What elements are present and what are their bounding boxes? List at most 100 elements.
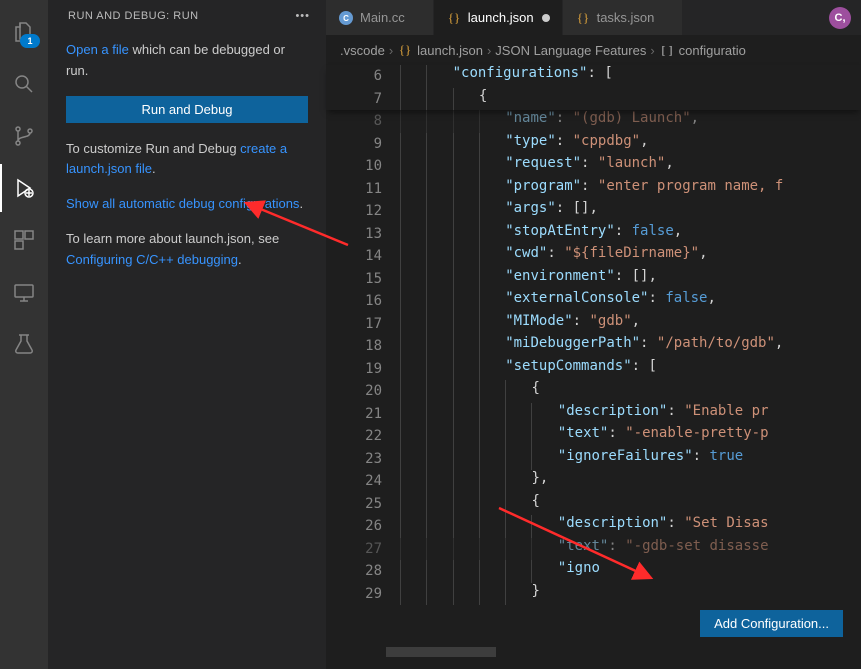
code-line[interactable]: 6 "configurations": [ <box>326 65 861 88</box>
line-number: 17 <box>326 316 400 332</box>
line-number: 25 <box>326 496 400 512</box>
code-content: "description": "Set Disas <box>400 515 861 538</box>
code-line[interactable]: 18 "miDebuggerPath": "/path/to/gdb", <box>326 335 861 358</box>
editor-body[interactable]: 6 "configurations": [7 { 8 "name": "(gdb… <box>326 65 861 669</box>
json-file-icon: {} <box>575 10 591 26</box>
code-line[interactable]: 27 "text": "-gdb-set disasse <box>326 538 861 561</box>
json-file-icon: {} <box>446 10 462 26</box>
code-line[interactable]: 10 "request": "launch", <box>326 155 861 178</box>
code-content: "name": "(gdb) Launch", <box>400 110 861 133</box>
code-content: "ignoreFailures": true <box>400 448 861 471</box>
panel-customize-text: To customize Run and Debug create a laun… <box>66 139 308 181</box>
line-number: 22 <box>326 428 400 444</box>
breadcrumb-segment[interactable]: configuratio <box>679 43 746 58</box>
sticky-scroll[interactable]: 6 "configurations": [7 { <box>326 65 861 110</box>
line-number: 8 <box>326 113 400 129</box>
code-line[interactable]: 17 "MIMode": "gdb", <box>326 313 861 336</box>
tab-label: launch.json <box>468 10 534 25</box>
activity-explorer[interactable]: 1 <box>0 8 48 56</box>
activity-remote[interactable] <box>0 268 48 316</box>
language-status-icon[interactable]: C, <box>829 7 851 29</box>
code-content: "text": "-enable-pretty-p <box>400 425 861 448</box>
breadcrumb-segment[interactable]: .vscode <box>340 43 385 58</box>
chevron-right-icon: › <box>650 43 654 58</box>
panel-open-file-text: Open a file which can be debugged or run… <box>66 40 308 82</box>
editor-tabs: CMain.cc {} launch.json {} tasks.json C, <box>326 0 861 35</box>
line-number: 12 <box>326 203 400 219</box>
line-number: 13 <box>326 226 400 242</box>
svg-text:[ ]: [ ] <box>661 43 672 57</box>
explorer-badge: 1 <box>20 34 40 48</box>
svg-text:{}: {} <box>399 42 411 57</box>
code-line[interactable]: 23 "ignoreFailures": true <box>326 448 861 471</box>
search-icon <box>12 72 36 96</box>
breadcrumb-segment[interactable]: JSON Language Features <box>495 43 646 58</box>
tab-launch-json[interactable]: {} launch.json <box>434 0 563 35</box>
code-line[interactable]: 7 { <box>326 88 861 111</box>
code-line[interactable]: 20 { <box>326 380 861 403</box>
show-all-configs-link[interactable]: Show all automatic debug configurations <box>66 196 299 211</box>
code-line[interactable]: 25 { <box>326 493 861 516</box>
code-line[interactable]: 8 "name": "(gdb) Launch", <box>326 110 861 133</box>
code-line[interactable]: 13 "stopAtEntry": false, <box>326 223 861 246</box>
configuring-debug-link[interactable]: Configuring C/C++ debugging <box>66 252 238 267</box>
json-file-icon: {} <box>397 42 413 58</box>
code-line[interactable]: 26 "description": "Set Disas <box>326 515 861 538</box>
code-line[interactable]: 22 "text": "-enable-pretty-p <box>326 425 861 448</box>
activity-extensions[interactable] <box>0 216 48 264</box>
activity-source-control[interactable] <box>0 112 48 160</box>
code-content: "MIMode": "gdb", <box>400 313 861 336</box>
code-content: "text": "-gdb-set disasse <box>400 538 861 561</box>
line-number: 29 <box>326 586 400 602</box>
extensions-icon <box>12 228 36 252</box>
line-number: 11 <box>326 181 400 197</box>
code-content: { <box>400 493 861 516</box>
code-line[interactable]: 29 } <box>326 583 861 606</box>
code-line[interactable]: 16 "externalConsole": false, <box>326 290 861 313</box>
line-number: 24 <box>326 473 400 489</box>
remote-icon <box>12 280 36 304</box>
code-line[interactable]: 28 "igno <box>326 560 861 583</box>
code-line[interactable]: 19 "setupCommands": [ <box>326 358 861 381</box>
code-line[interactable]: 15 "environment": [], <box>326 268 861 291</box>
horizontal-scrollbar[interactable] <box>386 647 731 657</box>
run-debug-panel: RUN AND DEBUG: RUN ••• Open a file which… <box>48 0 326 669</box>
tab-label: Main.cc <box>360 10 405 25</box>
code-line[interactable]: 24 }, <box>326 470 861 493</box>
code-line[interactable]: 14 "cwd": "${fileDirname}", <box>326 245 861 268</box>
line-number: 20 <box>326 383 400 399</box>
tab-main-cc[interactable]: CMain.cc <box>326 0 434 35</box>
line-number: 14 <box>326 248 400 264</box>
run-and-debug-button[interactable]: Run and Debug <box>66 96 308 123</box>
tab-tasks-json[interactable]: {} tasks.json <box>563 0 684 35</box>
breadcrumb[interactable]: .vscode›{}launch.json›JSON Language Feat… <box>326 35 861 65</box>
panel-more-icon[interactable]: ••• <box>295 10 310 22</box>
code-line[interactable]: 12 "args": [], <box>326 200 861 223</box>
add-configuration-button[interactable]: Add Configuration... <box>700 610 843 637</box>
panel-show-all-text: Show all automatic debug configurations. <box>66 194 308 215</box>
array-icon: [ ] <box>659 42 675 58</box>
line-number: 10 <box>326 158 400 174</box>
code-content: "program": "enter program name, f <box>400 178 861 201</box>
line-number: 16 <box>326 293 400 309</box>
code-content: { <box>400 88 861 111</box>
line-number: 21 <box>326 406 400 422</box>
line-number: 9 <box>326 136 400 152</box>
code-line[interactable]: 9 "type": "cppdbg", <box>326 133 861 156</box>
panel-learn-more-text: To learn more about launch.json, see Con… <box>66 229 308 271</box>
activity-search[interactable] <box>0 60 48 108</box>
code-content: } <box>400 583 861 606</box>
branch-icon <box>12 124 36 148</box>
code-content: "description": "Enable pr <box>400 403 861 426</box>
breadcrumb-segment[interactable]: launch.json <box>417 43 483 58</box>
code-content: "request": "launch", <box>400 155 861 178</box>
code-line[interactable]: 21 "description": "Enable pr <box>326 403 861 426</box>
activity-testing[interactable] <box>0 320 48 368</box>
tab-label: tasks.json <box>597 10 655 25</box>
open-file-link[interactable]: Open a file <box>66 42 129 57</box>
code-content: "externalConsole": false, <box>400 290 861 313</box>
code-line[interactable]: 11 "program": "enter program name, f <box>326 178 861 201</box>
code-content: "environment": [], <box>400 268 861 291</box>
activity-run-debug[interactable] <box>0 164 48 212</box>
line-number: 28 <box>326 563 400 579</box>
